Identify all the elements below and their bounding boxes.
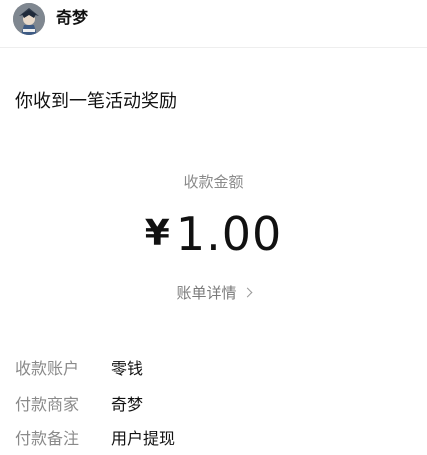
- info-key: 付款备注: [15, 429, 80, 448]
- notice-title: 你收到一笔活动奖励: [15, 91, 177, 112]
- merchant-name[interactable]: 奇梦: [56, 6, 88, 30]
- info-key: 收款账户: [15, 359, 80, 378]
- info-value: 奇梦: [111, 395, 144, 414]
- info-value: 用户提现: [111, 429, 176, 448]
- message-header: 奇梦: [0, 0, 427, 48]
- amount-display: ¥1.00: [0, 206, 427, 262]
- merchant-avatar[interactable]: [13, 3, 45, 35]
- chevron-right-icon: [242, 287, 252, 298]
- info-value: 零钱: [111, 359, 144, 378]
- bill-detail-link[interactable]: 账单详情: [0, 282, 427, 304]
- anime-character-avatar-icon: [13, 3, 45, 35]
- amount-label: 收款金额: [183, 173, 244, 191]
- amount-value: 1.00: [175, 207, 283, 261]
- currency-symbol: ¥: [144, 213, 170, 254]
- bill-detail-label: 账单详情: [176, 284, 237, 302]
- info-key: 付款商家: [15, 395, 80, 414]
